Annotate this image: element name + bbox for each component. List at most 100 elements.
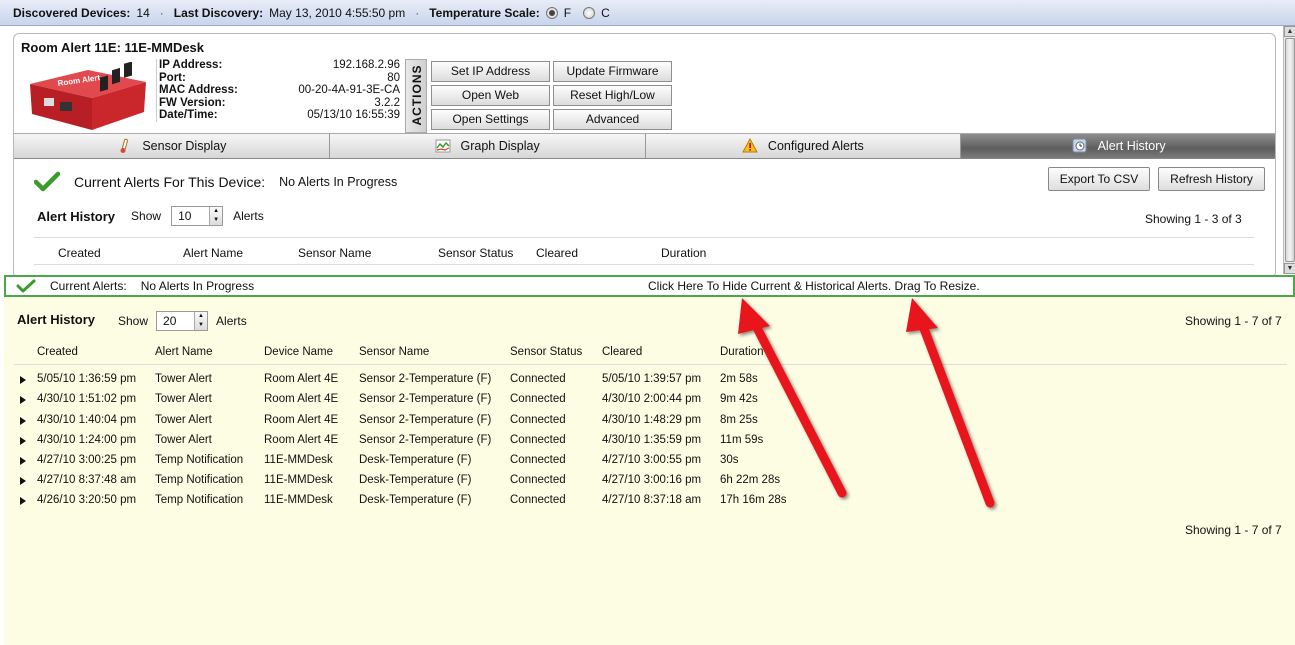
reset-high-low-button[interactable]: Reset High/Low	[553, 85, 672, 106]
cell-duration: 2m 58s	[720, 373, 758, 385]
cell-sensor-status: Connected	[510, 494, 566, 506]
cell-device-name: Room Alert 4E	[264, 434, 339, 446]
table-row[interactable]: 5/05/10 1:36:59 pm Tower Alert Room Aler…	[4, 370, 1295, 390]
scroll-up-icon[interactable]: ▲	[1284, 26, 1295, 37]
info-key: Port:	[159, 71, 186, 84]
cell-device-name: Room Alert 4E	[264, 414, 339, 426]
drawer-show-count-stepper[interactable]: 20 ▲ ▼	[156, 311, 209, 331]
info-value: 3.2.2	[374, 96, 400, 109]
info-value: 00-20-4A-91-3E-CA	[298, 84, 400, 96]
cell-created: 4/30/10 1:40:04 pm	[37, 414, 137, 426]
column-header[interactable]: Duration	[661, 246, 706, 260]
column-header[interactable]: Sensor Status	[438, 246, 513, 260]
open-web-button[interactable]: Open Web	[431, 85, 550, 106]
column-header[interactable]: Sensor Name	[298, 246, 371, 260]
discovered-count: 14	[136, 5, 150, 20]
advanced-button[interactable]: Advanced	[553, 109, 672, 130]
refresh-history-button[interactable]: Refresh History	[1158, 167, 1265, 191]
column-header[interactable]: Alert Name	[155, 346, 213, 358]
drawer-alert-history-title: Alert History	[17, 312, 96, 327]
tab-configured-alerts[interactable]: Configured Alerts	[645, 134, 962, 158]
show-count-stepper[interactable]: 10 ▲ ▼	[171, 206, 224, 226]
scroll-down-icon[interactable]: ▼	[1284, 263, 1295, 274]
checkmark-icon	[34, 171, 60, 192]
warning-icon	[742, 138, 758, 153]
column-header[interactable]: Sensor Status	[510, 346, 582, 358]
history-icon	[1072, 138, 1087, 153]
cell-cleared: 4/27/10 8:37:18 am	[602, 494, 702, 506]
cell-device-name: 11E-MMDesk	[264, 494, 333, 506]
show-label: Show	[131, 209, 162, 223]
expand-triangle-icon[interactable]	[20, 497, 26, 505]
expand-triangle-icon[interactable]	[20, 457, 26, 465]
info-row-ip: IP Address: 192.168.2.96	[157, 59, 400, 72]
info-key: MAC Address:	[159, 84, 238, 96]
cell-created: 5/05/10 1:36:59 pm	[37, 373, 137, 385]
top-status-bar: Discovered Devices: 14 · Last Discovery:…	[0, 0, 1295, 26]
scale-c-radio[interactable]	[583, 6, 596, 19]
column-header[interactable]: Created	[58, 246, 101, 260]
column-header[interactable]: Created	[37, 346, 78, 358]
discovered-label: Discovered Devices:	[13, 5, 131, 20]
column-header[interactable]: Alert Name	[183, 246, 243, 260]
scrollbar[interactable]: ▲ ▼	[1283, 26, 1295, 274]
cell-alert-name: Tower Alert	[155, 373, 212, 385]
drawer-showing-top: Showing 1 - 7 of 7	[1185, 314, 1282, 328]
column-header[interactable]: Cleared	[602, 346, 642, 358]
stepper-arrows-icon[interactable]: ▲ ▼	[194, 312, 208, 330]
info-key: Date/Time:	[159, 109, 218, 121]
show-count-value: 10	[178, 209, 192, 223]
tab-label: Sensor Display	[142, 139, 227, 153]
thermometer-icon	[120, 138, 129, 153]
scrollbar-thumb[interactable]	[1285, 38, 1295, 262]
expand-triangle-icon[interactable]	[20, 417, 26, 425]
expand-triangle-icon[interactable]	[20, 477, 26, 485]
table-row[interactable]: 4/26/10 3:20:50 pm Temp Notification 11E…	[4, 491, 1295, 511]
cell-created: 4/27/10 3:00:25 pm	[37, 454, 137, 466]
cell-cleared: 5/05/10 1:39:57 pm	[602, 373, 702, 385]
set-ip-address-button[interactable]: Set IP Address	[431, 61, 550, 82]
table-row[interactable]: 4/30/10 1:51:02 pm Tower Alert Room Aler…	[4, 390, 1295, 410]
column-header[interactable]: Sensor Name	[359, 346, 429, 358]
export-csv-button[interactable]: Export To CSV	[1048, 167, 1150, 191]
current-alerts-value: No Alerts In Progress	[279, 175, 398, 189]
tab-sensor-display[interactable]: Sensor Display	[14, 134, 330, 158]
tab-label: Graph Display	[460, 139, 540, 153]
column-header[interactable]: Device Name	[264, 346, 333, 358]
tab-alert-history[interactable]: Alert History	[961, 134, 1275, 158]
column-header[interactable]: Cleared	[536, 246, 578, 260]
table-row[interactable]: 4/27/10 3:00:25 pm Temp Notification 11E…	[4, 451, 1295, 471]
tab-label: Alert History	[1097, 139, 1166, 153]
cell-alert-name: Temp Notification	[155, 494, 244, 506]
cell-duration: 30s	[720, 454, 739, 466]
open-settings-button[interactable]: Open Settings	[431, 109, 550, 130]
cell-device-name: 11E-MMDesk	[264, 474, 333, 486]
drawer-show-controls: Show 20 ▲ ▼ Alerts	[118, 311, 247, 331]
alert-history-table-header: Created Alert Name Sensor Name Sensor St…	[34, 237, 1254, 265]
cell-alert-name: Tower Alert	[155, 393, 212, 405]
drawer-toggle-hint[interactable]: Click Here To Hide Current & Historical …	[648, 279, 980, 293]
stepper-arrows-icon[interactable]: ▲ ▼	[209, 207, 223, 225]
expand-triangle-icon[interactable]	[20, 396, 26, 404]
update-firmware-button[interactable]: Update Firmware	[553, 61, 672, 82]
info-value: 192.168.2.96	[332, 59, 400, 71]
cell-sensor-status: Connected	[510, 373, 566, 385]
scale-f-label: F	[563, 5, 572, 20]
tab-graph-display[interactable]: Graph Display	[329, 134, 646, 158]
cell-sensor-status: Connected	[510, 454, 566, 466]
table-row[interactable]: 4/30/10 1:24:00 pm Tower Alert Room Aler…	[4, 431, 1295, 451]
table-row[interactable]: 4/30/10 1:40:04 pm Tower Alert Room Aler…	[4, 411, 1295, 431]
info-row-mac: MAC Address: 00-20-4A-91-3E-CA	[157, 84, 400, 97]
cell-sensor-status: Connected	[510, 393, 566, 405]
scale-f-radio[interactable]	[545, 6, 558, 19]
expand-triangle-icon[interactable]	[20, 437, 26, 445]
show-label: Show	[118, 314, 149, 328]
tab-label: Configured Alerts	[767, 139, 864, 153]
checkmark-icon	[16, 279, 36, 293]
alerts-label: Alerts	[216, 314, 247, 328]
alerts-drawer-bar[interactable]: Current Alerts: No Alerts In Progress Cl…	[4, 275, 1295, 297]
table-row[interactable]: 4/27/10 8:37:48 am Temp Notification 11E…	[4, 471, 1295, 491]
alert-history-title: Alert History	[37, 208, 116, 224]
expand-triangle-icon[interactable]	[20, 376, 26, 384]
column-header[interactable]: Duration	[720, 346, 763, 358]
